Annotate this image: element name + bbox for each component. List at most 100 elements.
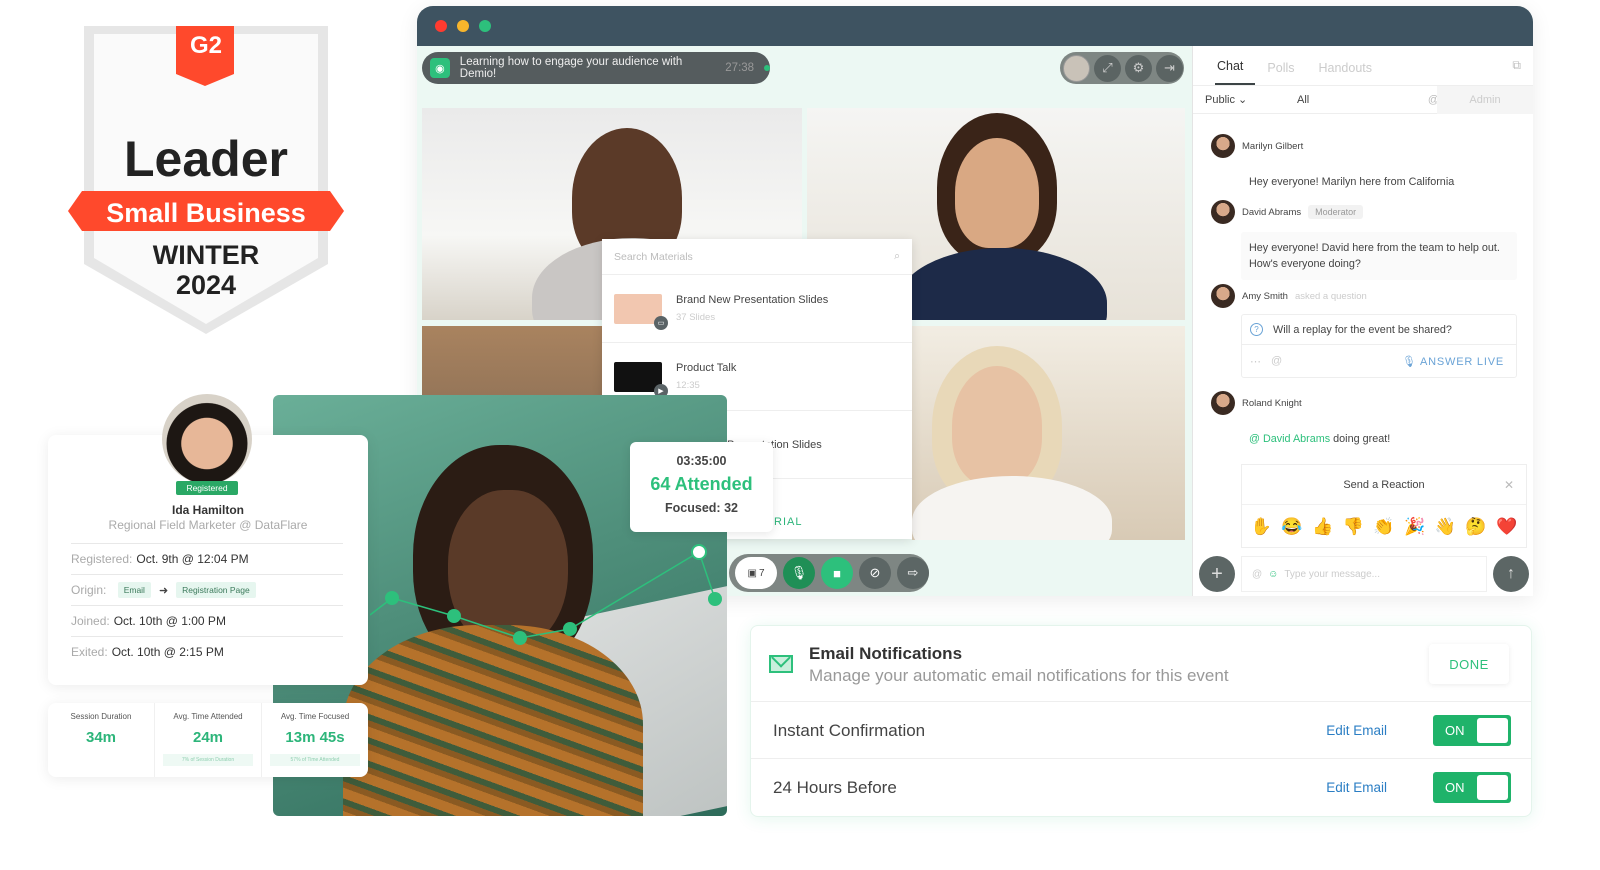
email-row-name: 24 Hours Before — [773, 778, 897, 797]
tab-handouts[interactable]: Handouts — [1317, 61, 1385, 85]
joined-label: Joined: — [71, 614, 110, 628]
minimize-window-button[interactable] — [457, 20, 469, 32]
joined-value: Oct. 10th @ 1:00 PM — [113, 614, 226, 628]
mention-link[interactable]: @ David Abrams — [1249, 433, 1330, 445]
badge-season-name: WINTER — [152, 240, 260, 270]
stat-value: 13m 45s — [285, 729, 345, 746]
reaction-picker: Send a Reaction ✕ ✋ 😂 👍 👎 👏 🎉 👋 🤔 ❤️ — [1241, 464, 1527, 548]
stat-value: 34m — [85, 729, 117, 746]
email-header: Email Notifications Manage your automati… — [751, 626, 1531, 702]
video-tile-presenter-3[interactable] — [912, 326, 1185, 540]
badge-year: 2024 — [175, 270, 237, 300]
maximize-window-button[interactable] — [479, 20, 491, 32]
material-title: Product Talk — [676, 362, 737, 374]
reaction-emoji-button[interactable]: 👋 — [1435, 517, 1456, 537]
message-author: Roland Knight — [1242, 397, 1302, 409]
materials-search-input[interactable]: Search Materials — [614, 251, 693, 263]
origin-from-chip: Email — [117, 582, 151, 598]
attendance-tooltip: 03:35:00 64 Attended Focused: 32 — [630, 442, 773, 532]
presenters-button[interactable]: ▣ 7 — [735, 557, 777, 589]
tab-polls[interactable]: Polls — [1265, 61, 1306, 85]
reaction-emoji-button[interactable]: 👏 — [1373, 517, 1394, 537]
event-title-pill: ◉ Learning how to engage your audience w… — [422, 52, 770, 84]
avatar — [162, 394, 252, 484]
mention-icon[interactable]: @ — [1252, 569, 1262, 580]
reaction-emoji-button[interactable]: ❤️ — [1496, 517, 1517, 537]
answer-live-button[interactable]: 🎙 ANSWER LIVE — [1402, 355, 1504, 368]
graph-point — [513, 631, 527, 645]
session-stats: Session Duration 34m Avg. Time Attended … — [48, 703, 368, 777]
done-button[interactable]: DONE — [1429, 644, 1509, 684]
close-icon[interactable]: ✕ — [1504, 478, 1514, 492]
gear-icon[interactable]: ⚙ — [1125, 54, 1152, 82]
slides-icon: ▭ — [654, 315, 668, 330]
stat-note: 57% of Time Attended — [270, 754, 360, 766]
email-title: Email Notifications — [809, 644, 963, 663]
registered-value: Oct. 9th @ 12:04 PM — [136, 552, 249, 566]
material-meta: 37 Slides — [676, 312, 716, 323]
exit-icon[interactable]: ⇥ — [1156, 54, 1183, 82]
filter-all[interactable]: All — [1297, 94, 1405, 106]
host-avatar[interactable] — [1063, 54, 1090, 82]
reaction-emoji-button[interactable]: 👎 — [1343, 517, 1364, 537]
email-subtitle: Manage your automatic email notification… — [809, 666, 1229, 685]
visibility-value: Public — [1205, 94, 1235, 106]
reaction-emoji-button[interactable]: 🎉 — [1404, 517, 1425, 537]
reaction-emoji-button[interactable]: 🤔 — [1465, 517, 1486, 537]
search-icon[interactable]: ⌕ — [894, 250, 900, 263]
mic-icon: 🎙 — [1401, 355, 1417, 368]
leave-icon[interactable]: ⇨ — [897, 557, 929, 589]
exited-row: Exited: Oct. 10th @ 2:15 PM — [71, 636, 343, 667]
plus-icon[interactable]: + — [1199, 556, 1235, 592]
edit-email-link[interactable]: Edit Email — [1326, 780, 1387, 795]
stat-avg-time-focused: Avg. Time Focused 13m 45s 57% of Time At… — [262, 703, 368, 777]
filter-admin[interactable]: Admin — [1437, 86, 1533, 114]
chat-input-row: + @ ☺ Type your message... ↑ — [1199, 554, 1529, 594]
live-indicator-icon — [764, 65, 770, 71]
presenter-face — [952, 366, 1042, 486]
reaction-emoji-button[interactable]: 👍 — [1312, 517, 1333, 537]
expand-icon[interactable]: ⤢ — [1094, 54, 1121, 82]
screen-share-off-icon[interactable]: ⊘ — [859, 557, 891, 589]
visibility-select[interactable]: Public ⌄ — [1193, 93, 1297, 106]
material-item[interactable]: ▭ Brand New Presentation Slides 37 Slide… — [602, 275, 912, 343]
email-notifications-panel: Email Notifications Manage your automati… — [750, 625, 1532, 817]
arrow-right-icon: ➜ — [158, 584, 169, 597]
send-icon[interactable]: ↑ — [1493, 556, 1529, 592]
reaction-emoji-button[interactable]: 😂 — [1281, 517, 1302, 537]
reaction-emoji-button[interactable]: ✋ — [1251, 517, 1272, 537]
stat-value: 24m — [192, 729, 224, 746]
message-author: Marilyn Gilbert — [1242, 140, 1304, 152]
origin-row: Origin: Email ➜ Registration Page — [71, 574, 343, 605]
answer-live-label: ANSWER LIVE — [1420, 355, 1504, 368]
material-title: Brand New Presentation Slides — [676, 294, 829, 306]
toggle-label: ON — [1445, 780, 1465, 795]
g2-logo-icon: G2 — [189, 32, 222, 59]
chat-message: Roland Knight @ David Abrams doing great… — [1211, 391, 1517, 455]
presenter-shirt — [897, 248, 1107, 320]
more-options-icon[interactable]: ⋯ — [1250, 355, 1261, 368]
emoji-icon[interactable]: ☺ — [1268, 569, 1278, 580]
email-toggle[interactable]: ON — [1433, 772, 1511, 803]
mic-icon[interactable]: 🎙 — [783, 557, 815, 589]
email-row: 24 Hours Before Edit Email ON — [751, 759, 1531, 816]
close-window-button[interactable] — [435, 20, 447, 32]
avatar — [1211, 284, 1235, 308]
popout-icon[interactable]: ⧉ — [1512, 58, 1521, 73]
event-elapsed-time: 27:38 — [725, 62, 755, 74]
materials-search[interactable]: Search Materials ⌕ — [602, 239, 912, 275]
tab-chat[interactable]: Chat — [1215, 59, 1256, 85]
exited-label: Exited: — [71, 645, 108, 659]
attendee-details: Registered: Oct. 9th @ 12:04 PM Origin: E… — [71, 543, 343, 667]
presenters-count: 7 — [758, 567, 765, 579]
email-toggle[interactable]: ON — [1433, 715, 1511, 746]
question-note: asked a question — [1294, 290, 1367, 302]
camera-icon[interactable]: ■ — [821, 557, 853, 589]
message-input[interactable]: @ ☺ Type your message... — [1241, 556, 1487, 592]
graph-point — [708, 592, 722, 606]
graph-point — [563, 622, 577, 636]
chat-message: David Abrams Moderator Hey everyone! Davi… — [1211, 200, 1517, 280]
material-meta: 12:35 — [676, 380, 700, 391]
mention-icon[interactable]: @ — [1271, 355, 1282, 367]
edit-email-link[interactable]: Edit Email — [1326, 723, 1387, 738]
